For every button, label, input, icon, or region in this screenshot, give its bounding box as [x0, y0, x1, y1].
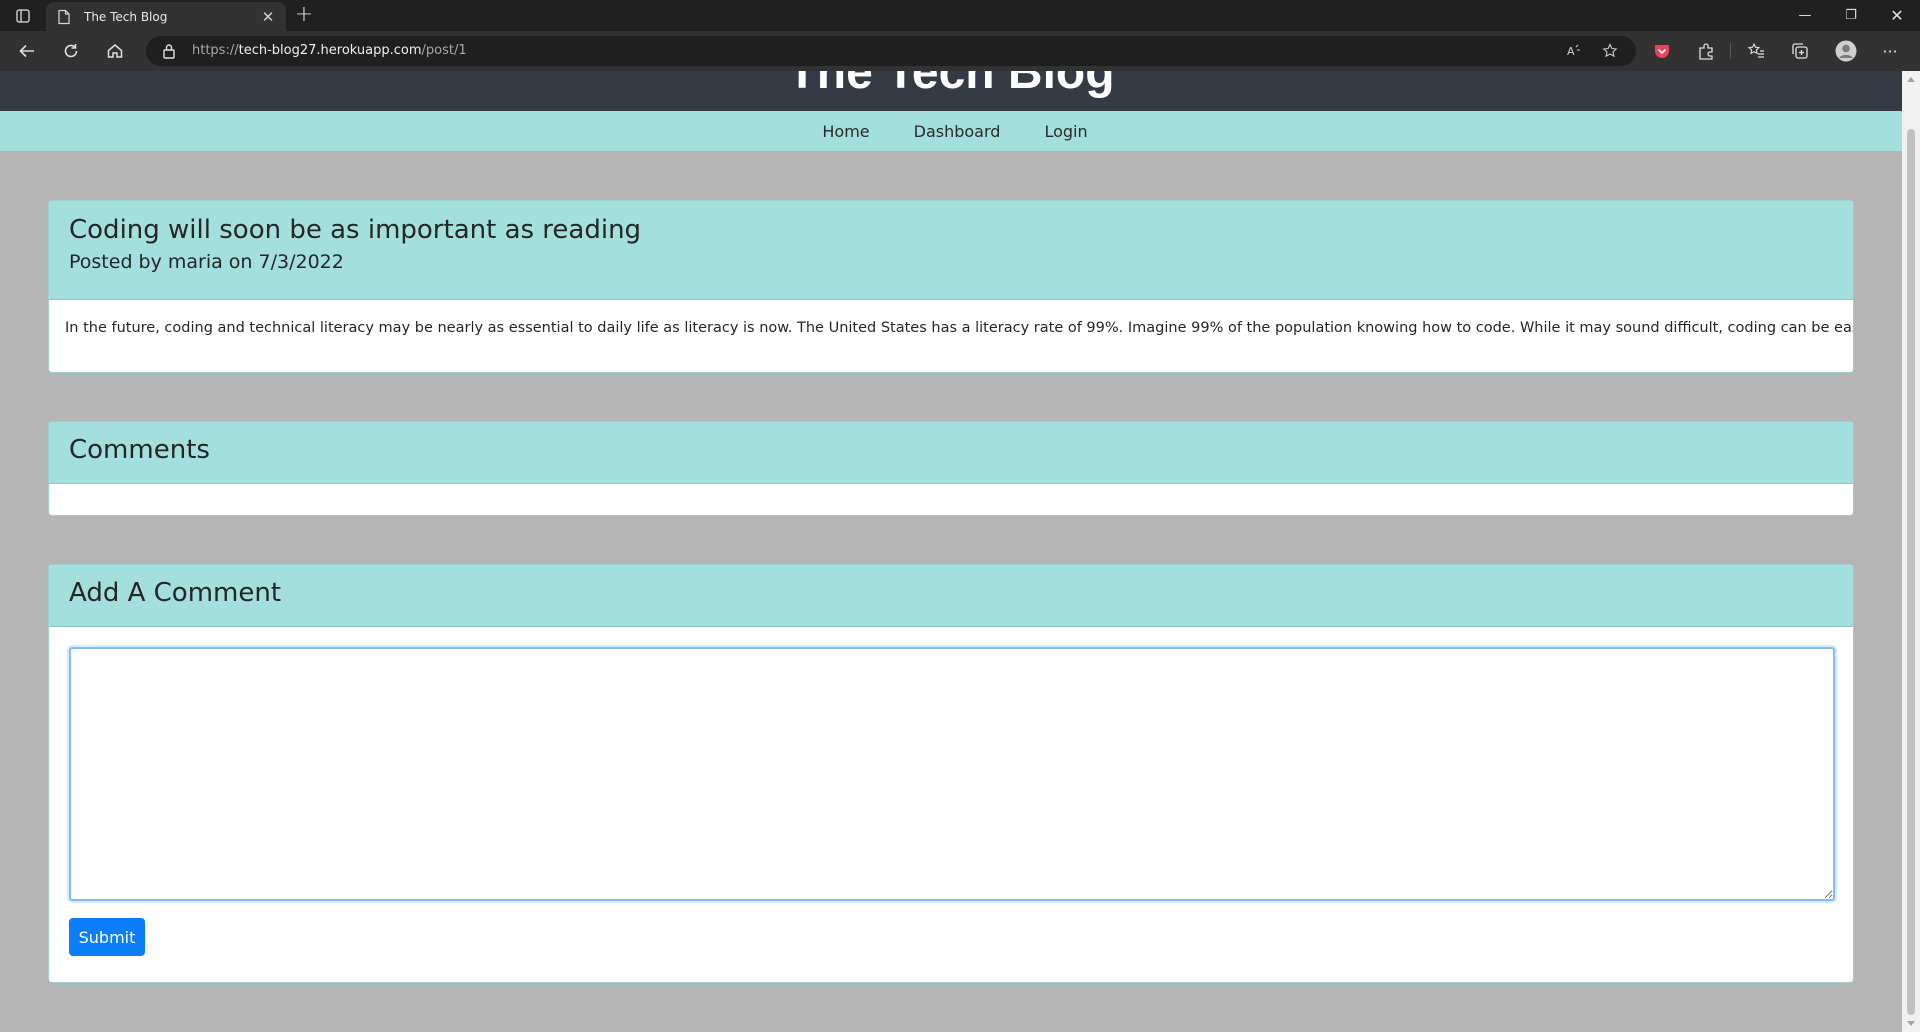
browser-toolbar: https://tech-blog27.herokuapp.com/post/1…	[0, 31, 1920, 71]
pocket-extension-icon[interactable]	[1652, 41, 1672, 61]
favorites-icon[interactable]	[1746, 41, 1766, 61]
post-body: In the future, coding and technical lite…	[65, 320, 1854, 336]
site-header: The Tech Blog	[0, 71, 1902, 111]
address-bar[interactable]: https://tech-blog27.herokuapp.com/post/1…	[146, 36, 1636, 66]
nav-home-link[interactable]: Home	[814, 122, 869, 141]
new-tab-icon[interactable]: +	[292, 4, 316, 28]
refresh-icon[interactable]	[56, 37, 86, 65]
submit-button[interactable]: Submit	[69, 918, 145, 956]
page-viewport: The Tech Blog Home Dashboard Login Codin…	[0, 71, 1902, 1032]
comments-heading: Comments	[69, 435, 210, 465]
site-title: The Tech Blog	[787, 71, 1115, 99]
scrollbar-thumb[interactable]	[1907, 129, 1915, 1015]
comment-textarea[interactable]	[69, 647, 1835, 901]
url-text[interactable]: https://tech-blog27.herokuapp.com/post/1	[192, 43, 467, 58]
more-options-icon[interactable]: ···	[1880, 41, 1900, 61]
read-aloud-icon[interactable]: A	[1566, 43, 1582, 59]
add-comment-header: Add A Comment	[49, 565, 1853, 627]
post-card: Coding will soon be as important as read…	[48, 200, 1854, 373]
lock-icon[interactable]	[162, 43, 176, 59]
browser-tab-active[interactable]: The Tech Blog ✕	[46, 2, 286, 31]
add-comment-heading: Add A Comment	[69, 578, 282, 608]
page-icon	[58, 9, 70, 24]
tab-title: The Tech Blog	[84, 9, 168, 24]
restore-icon[interactable]: ❐	[1828, 0, 1874, 31]
add-favorite-icon[interactable]	[1602, 43, 1618, 59]
window-close-icon[interactable]: ✕	[1874, 0, 1920, 31]
svg-text:A: A	[1567, 45, 1575, 58]
scroll-down-arrow-icon[interactable]	[1907, 1021, 1915, 1026]
post-title: Coding will soon be as important as read…	[69, 215, 642, 245]
comments-header: Comments	[49, 422, 1853, 484]
tab-actions-icon[interactable]	[12, 6, 34, 26]
browser-tab-bar: The Tech Blog ✕ + — ❐ ✕	[0, 0, 1920, 31]
home-icon[interactable]	[100, 37, 130, 65]
site-nav: Home Dashboard Login	[0, 111, 1902, 151]
extensions-icon[interactable]	[1696, 41, 1716, 61]
page-scrollbar[interactable]	[1902, 71, 1920, 1032]
toolbar-divider	[1730, 43, 1731, 59]
back-arrow-icon[interactable]	[12, 37, 42, 65]
comments-card: Comments	[48, 421, 1854, 516]
tab-close-icon[interactable]: ✕	[260, 8, 276, 26]
post-header: Coding will soon be as important as read…	[49, 201, 1853, 300]
minimize-icon[interactable]: —	[1782, 0, 1828, 31]
add-comment-card: Add A Comment Submit	[48, 564, 1854, 983]
post-meta: Posted by maria on 7/3/2022	[69, 251, 344, 273]
nav-login-link[interactable]: Login	[1036, 122, 1087, 141]
profile-avatar-icon[interactable]	[1834, 39, 1858, 63]
scroll-up-arrow-icon[interactable]	[1907, 77, 1915, 82]
collections-icon[interactable]	[1790, 41, 1810, 61]
nav-dashboard-link[interactable]: Dashboard	[906, 122, 1001, 141]
